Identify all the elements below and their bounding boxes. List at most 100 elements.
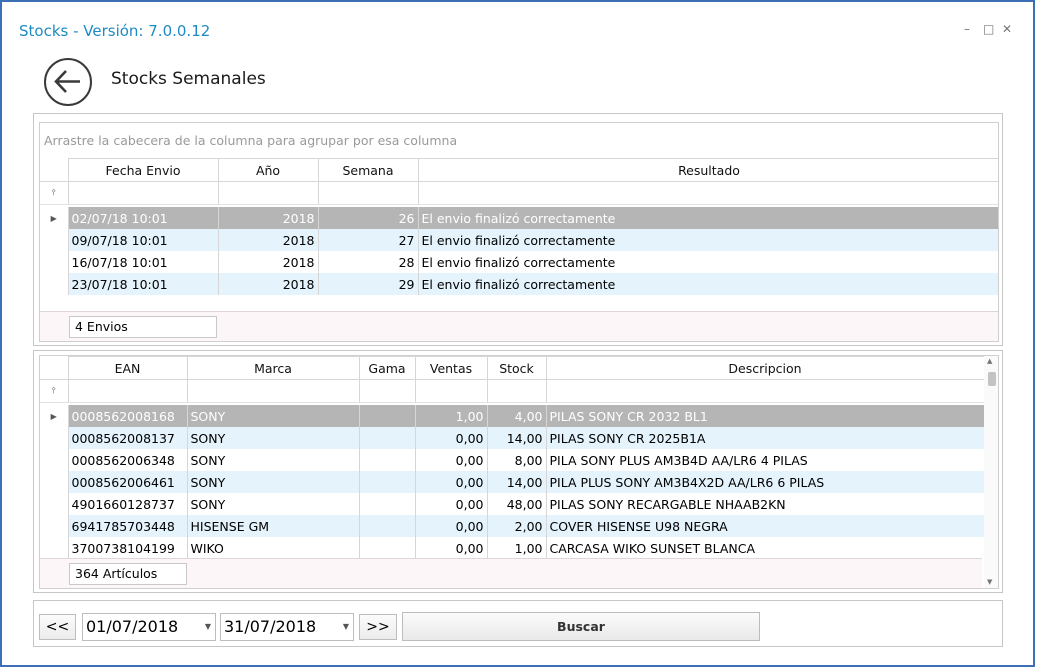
minimize-icon[interactable]: – (964, 22, 970, 36)
filter-ventas-input[interactable] (415, 379, 488, 403)
filter-row: ⫯ (40, 181, 998, 205)
table-row[interactable]: 0008562006348 SONY 0,00 8,00 PILA SONY P… (40, 449, 985, 471)
envios-grid: Arrastre la cabecera de la columna para … (39, 122, 999, 342)
pin-icon: ⫯ (40, 181, 69, 205)
table-row[interactable]: 4901660128737 SONY 0,00 48,00 PILAS SONY… (40, 493, 985, 515)
cell-anio: 2018 (218, 273, 319, 295)
cell-descripcion: PILAS SONY RECARGABLE NHAAB2KN (546, 493, 985, 515)
chevron-down-icon[interactable]: ▼ (343, 614, 349, 640)
table-row[interactable]: 16/07/18 10:01 2018 28 El envio finalizó… (40, 251, 998, 273)
scroll-up-icon[interactable]: ▲ (987, 357, 992, 365)
col-semana[interactable]: Semana (318, 158, 419, 182)
cell-fecha: 23/07/18 10:01 (68, 273, 219, 295)
envios-table: Fecha Envio Año Semana Resultado ⫯ ▶ 02/… (40, 158, 998, 295)
cell-fecha: 16/07/18 10:01 (68, 251, 219, 273)
cell-stock: 1,00 (487, 537, 547, 559)
cell-gama (359, 471, 416, 493)
next-period-button[interactable]: >> (359, 614, 397, 640)
filter-descripcion-input[interactable] (546, 379, 985, 403)
cell-marca: SONY (187, 405, 360, 427)
date-to-picker[interactable]: 31/07/2018 ▼ (220, 613, 354, 641)
cell-descripcion: PILA SONY PLUS AM3B4D AA/LR6 4 PILAS (546, 449, 985, 471)
articulos-footer: 364 Artículos (40, 558, 982, 588)
filter-fecha-input[interactable] (68, 181, 219, 205)
cell-ventas: 0,00 (415, 515, 488, 537)
cell-semana: 27 (318, 229, 419, 251)
date-from-picker[interactable]: 01/07/2018 ▼ (82, 613, 216, 641)
cell-marca: SONY (187, 471, 360, 493)
articulos-table: EAN Marca Gama Ventas Stock Descripcion … (40, 356, 985, 559)
filter-marca-input[interactable] (187, 379, 360, 403)
cell-ean: 0008562006348 (68, 449, 188, 471)
cell-stock: 48,00 (487, 493, 547, 515)
cell-descripcion: CARCASA WIKO SUNSET BLANCA (546, 537, 985, 559)
chevron-down-icon[interactable]: ▼ (205, 614, 211, 640)
cell-resultado: El envio finalizó correctamente (418, 251, 998, 273)
filter-resultado-input[interactable] (418, 181, 998, 205)
col-stock[interactable]: Stock (487, 356, 547, 380)
page-title: Stocks Semanales (111, 69, 266, 89)
table-row[interactable]: ▶ 02/07/18 10:01 2018 26 El envio finali… (40, 207, 998, 229)
articulos-panel: EAN Marca Gama Ventas Stock Descripcion … (33, 350, 1003, 593)
envios-header-row: Fecha Envio Año Semana Resultado (40, 158, 998, 182)
back-button[interactable] (44, 58, 92, 106)
cell-descripcion: COVER HISENSE U98 NEGRA (546, 515, 985, 537)
col-ventas[interactable]: Ventas (415, 356, 488, 380)
cell-resultado: El envio finalizó correctamente (418, 273, 998, 295)
col-gama[interactable]: Gama (359, 356, 416, 380)
prev-period-button[interactable]: << (39, 614, 76, 640)
cell-descripcion: PILAS SONY CR 2025B1A (546, 427, 985, 449)
maximize-icon[interactable]: □ (983, 22, 994, 36)
date-from-value: 01/07/2018 (86, 617, 179, 636)
title-bar: Stocks - Versión: 7.0.0.12 – □ ✕ (2, 2, 1033, 40)
table-row[interactable]: 09/07/18 10:01 2018 27 El envio finalizó… (40, 229, 998, 251)
scroll-down-icon[interactable]: ▼ (987, 578, 992, 586)
date-to-value: 31/07/2018 (224, 617, 317, 636)
table-row[interactable]: 3700738104199 WIKO 0,00 1,00 CARCASA WIK… (40, 537, 985, 559)
table-row[interactable]: 6941785703448 HISENSE GM 0,00 2,00 COVER… (40, 515, 985, 537)
cell-ventas: 0,00 (415, 537, 488, 559)
articulos-grid: EAN Marca Gama Ventas Stock Descripcion … (39, 355, 999, 589)
cell-marca: SONY (187, 449, 360, 471)
cell-anio: 2018 (218, 229, 319, 251)
table-row[interactable]: 23/07/18 10:01 2018 29 El envio finalizó… (40, 273, 998, 295)
filter-gama-input[interactable] (359, 379, 416, 403)
window-title: Stocks - Versión: 7.0.0.12 (19, 22, 211, 40)
table-row[interactable]: 0008562006461 SONY 0,00 14,00 PILA PLUS … (40, 471, 985, 493)
articulos-count: 364 Artículos (69, 563, 187, 585)
cell-resultado: El envio finalizó correctamente (418, 207, 998, 229)
cell-marca: WIKO (187, 537, 360, 559)
filter-semana-input[interactable] (318, 181, 419, 205)
cell-ean: 4901660128737 (68, 493, 188, 515)
cell-ventas: 0,00 (415, 493, 488, 515)
col-marca[interactable]: Marca (187, 356, 360, 380)
pin-icon: ⫯ (40, 379, 69, 403)
col-descripcion[interactable]: Descripcion (546, 356, 985, 380)
table-row[interactable]: ▶ 0008562008168 SONY 1,00 4,00 PILAS SON… (40, 405, 985, 427)
filter-ean-input[interactable] (68, 379, 188, 403)
cell-fecha: 02/07/18 10:01 (68, 207, 219, 229)
col-fecha-envio[interactable]: Fecha Envio (68, 158, 219, 182)
vertical-scrollbar[interactable]: ▲ ▼ (984, 356, 998, 588)
cell-ventas: 0,00 (415, 427, 488, 449)
filter-anio-input[interactable] (218, 181, 319, 205)
close-icon[interactable]: ✕ (1002, 22, 1012, 36)
scroll-thumb[interactable] (988, 372, 996, 386)
arrow-left-circle-icon (54, 70, 80, 93)
cell-marca: SONY (187, 493, 360, 515)
cell-gama (359, 405, 416, 427)
cell-stock: 2,00 (487, 515, 547, 537)
col-resultado[interactable]: Resultado (418, 158, 998, 182)
cell-stock: 14,00 (487, 427, 547, 449)
table-row[interactable]: 0008562008137 SONY 0,00 14,00 PILAS SONY… (40, 427, 985, 449)
filter-stock-input[interactable] (487, 379, 547, 403)
col-anio[interactable]: Año (218, 158, 319, 182)
col-ean[interactable]: EAN (68, 356, 188, 380)
row-indicator-icon: ▶ (40, 405, 69, 427)
search-button[interactable]: Buscar (402, 612, 760, 641)
cell-descripcion: PILA PLUS SONY AM3B4X2D AA/LR6 6 PILAS (546, 471, 985, 493)
cell-stock: 8,00 (487, 449, 547, 471)
group-by-hint: Arrastre la cabecera de la columna para … (44, 133, 458, 148)
cell-fecha: 09/07/18 10:01 (68, 229, 219, 251)
search-toolbar: << 01/07/2018 ▼ 31/07/2018 ▼ >> Buscar (33, 600, 1003, 647)
